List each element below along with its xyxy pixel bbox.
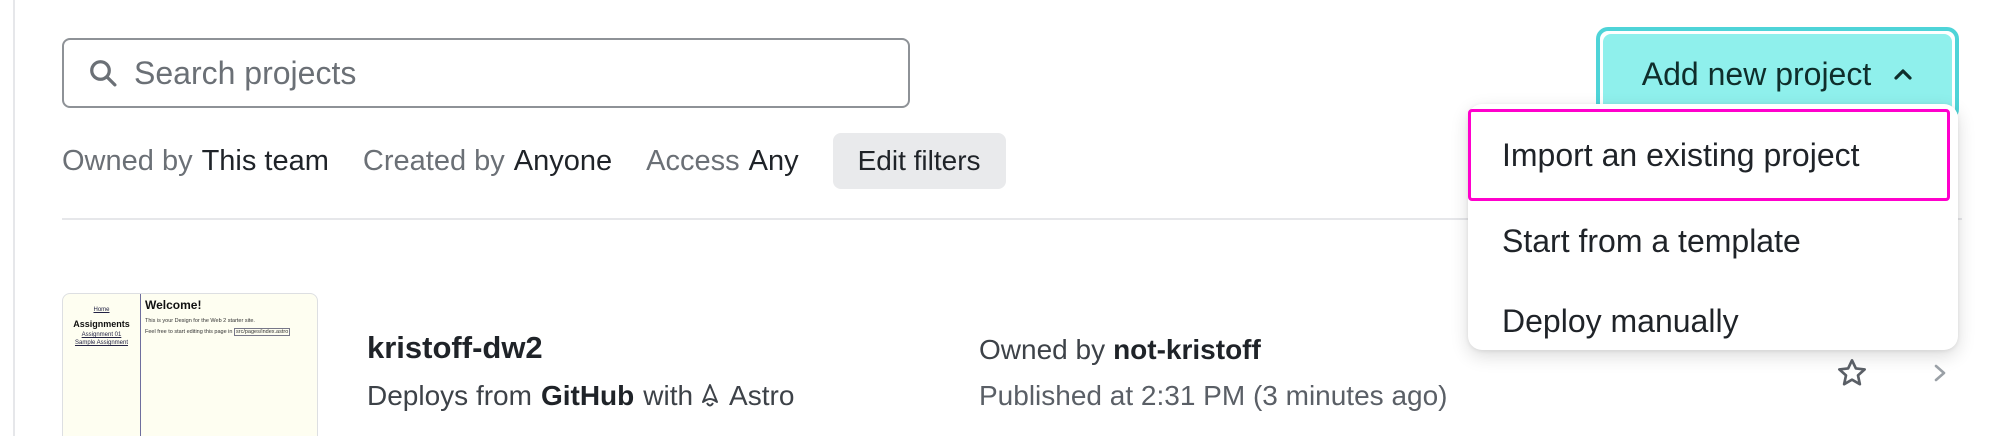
thumbnail-text: This is your Design for the Web 2 starte… — [145, 318, 255, 324]
thumbnail-title: Welcome! — [145, 298, 202, 312]
filter-access[interactable]: Access Any — [646, 145, 798, 178]
filter-label: Access — [646, 144, 740, 177]
filter-value: This team — [201, 144, 329, 177]
add-new-project-label: Add new project — [1641, 55, 1872, 92]
deploy-provider: GitHub — [540, 380, 635, 411]
filter-value: Anyone — [513, 144, 613, 177]
thumbnail-nav-link: Assignment 01 — [81, 332, 122, 338]
project-published-time: Published at 2:31 PM (3 minutes ago) — [979, 380, 1448, 411]
edit-filters-button[interactable]: Edit filters — [832, 133, 1006, 189]
search-box[interactable] — [62, 38, 910, 108]
menu-item-deploy-manually[interactable]: Deploy manually — [1468, 281, 1958, 361]
project-thumbnail[interactable]: Home Assignments Assignment 01 Sample As… — [62, 293, 318, 436]
add-new-project-button[interactable]: Add new project — [1603, 34, 1952, 114]
chevron-up-icon — [1894, 69, 1912, 80]
deploy-with: with — [643, 380, 694, 411]
thumbnail-content: Welcome! This is your Design for the Web… — [145, 298, 315, 336]
filter-label: Owned by — [62, 144, 193, 177]
filter-label: Created by — [362, 144, 505, 177]
menu-item-import-existing-project[interactable]: Import an existing project — [1468, 109, 1950, 201]
star-icon[interactable] — [1836, 357, 1868, 389]
left-border — [13, 0, 15, 436]
deploy-prefix: Deploys from — [367, 380, 532, 411]
filter-owned-by[interactable]: Owned by This team — [62, 145, 329, 178]
thumbnail-text-row: Feel free to start editing this page in … — [145, 328, 315, 336]
search-icon — [90, 60, 117, 87]
menu-item-start-from-template[interactable]: Start from a template — [1468, 201, 1958, 281]
project-name[interactable]: kristoff-dw2 — [367, 330, 543, 366]
search-input[interactable] — [134, 54, 854, 92]
filter-bar: Owned by This team Created by Anyone Acc… — [62, 133, 1006, 189]
owner-value: not-kristoff — [1113, 334, 1261, 365]
filter-created-by[interactable]: Created by Anyone — [363, 145, 612, 178]
thumbnail-nav-link: Home — [93, 307, 110, 313]
thumbnail-text: Feel free to start editing this page in — [145, 329, 233, 335]
add-project-menu: Import an existing project Start from a … — [1468, 104, 1958, 350]
owner-label: Owned by — [979, 334, 1106, 365]
thumbnail-sidebar: Home Assignments Assignment 01 Sample As… — [63, 294, 141, 436]
thumbnail-code: src/pages/index.astro — [233, 328, 291, 336]
project-owner: Owned by not-kristoff — [979, 334, 1261, 366]
astro-icon — [702, 384, 719, 407]
project-deploy-info: Deploys from GitHub with Astro — [367, 380, 794, 412]
chevron-right-icon[interactable] — [1933, 362, 1947, 384]
thumbnail-nav-link: Sample Assignment — [74, 340, 129, 346]
filter-value: Any — [748, 144, 799, 177]
deploy-framework: Astro — [729, 380, 795, 411]
thumbnail-nav-heading: Assignments — [73, 319, 130, 329]
